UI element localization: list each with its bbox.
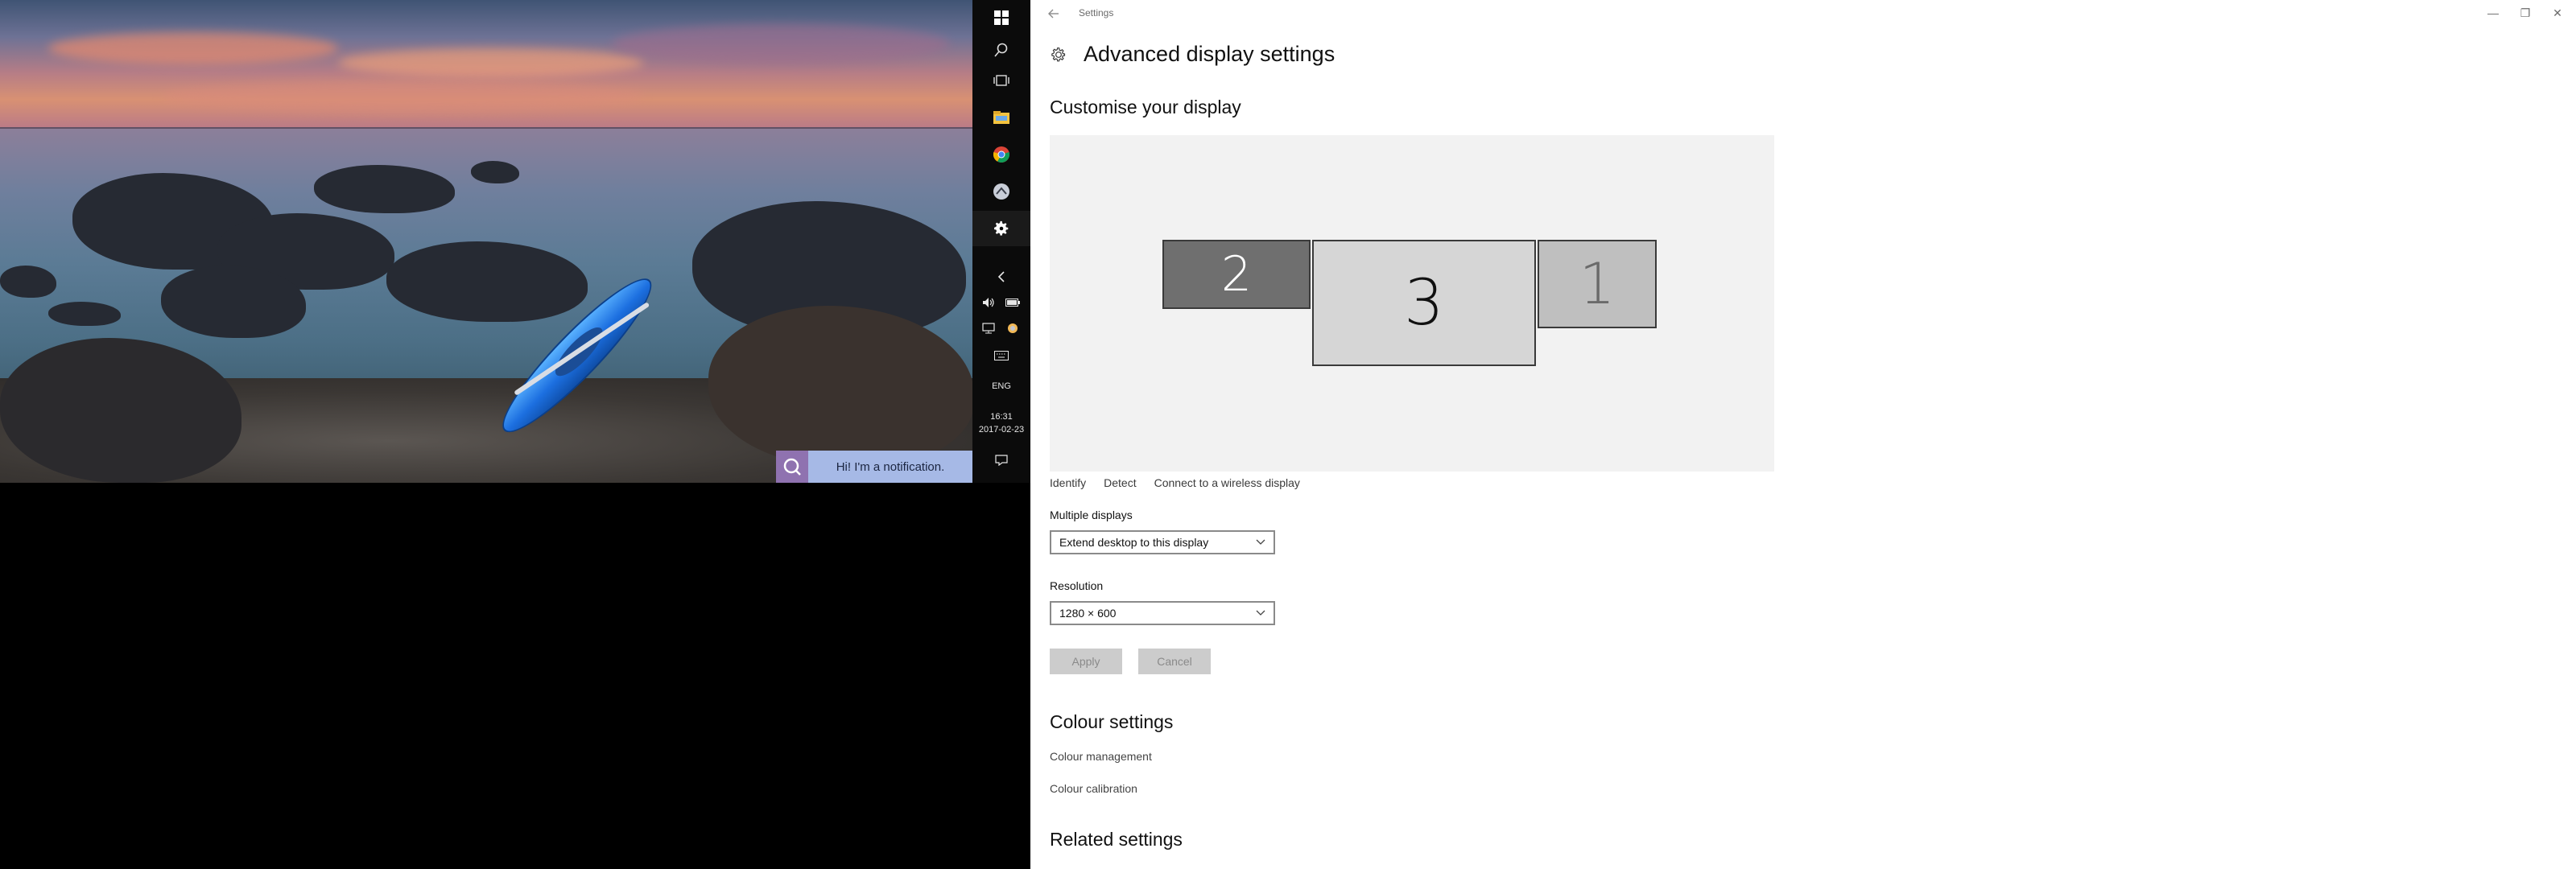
- settings-gear-icon[interactable]: [972, 211, 1030, 246]
- task-view-icon[interactable]: [972, 63, 1030, 98]
- page-header: Advanced display settings: [1050, 42, 1335, 67]
- cloud: [338, 48, 644, 77]
- taskbar: ENG 16:31 2017-02-23: [972, 0, 1030, 483]
- resolution-value: 1280 × 600: [1059, 607, 1117, 620]
- apply-button[interactable]: Apply: [1050, 649, 1122, 674]
- restore-icon[interactable]: ❐: [2513, 3, 2537, 23]
- app-icon[interactable]: [972, 174, 1030, 209]
- multiple-displays-value: Extend desktop to this display: [1059, 536, 1209, 549]
- clock-date[interactable]: 2017-02-23: [972, 425, 1030, 434]
- notification-toast[interactable]: Hi! I'm a notification.: [776, 451, 972, 483]
- rock: [0, 266, 56, 298]
- multiple-displays-dropdown[interactable]: Extend desktop to this display: [1050, 530, 1275, 554]
- show-hidden-icons-chevron-icon[interactable]: [993, 269, 1009, 285]
- page-title: Advanced display settings: [1084, 42, 1335, 66]
- close-icon[interactable]: ✕: [2545, 3, 2570, 23]
- related-settings-heading: Related settings: [1050, 829, 1183, 850]
- colour-calibration-link[interactable]: Colour calibration: [1050, 782, 1137, 795]
- cloud: [612, 24, 950, 64]
- start-icon[interactable]: [972, 0, 1030, 35]
- chrome-icon[interactable]: [972, 137, 1030, 172]
- input-language[interactable]: ENG: [972, 381, 1030, 391]
- network-icon[interactable]: [980, 320, 997, 336]
- colour-settings-heading: Colour settings: [1050, 711, 1174, 732]
- cloud: [161, 80, 644, 113]
- battery-icon[interactable]: [1005, 294, 1021, 311]
- desktop-wallpaper: Hi! I'm a notification.: [0, 0, 972, 483]
- q-app-icon: [776, 451, 808, 483]
- multiple-displays-label: Multiple displays: [1050, 509, 1133, 521]
- minimize-icon[interactable]: —: [2481, 3, 2505, 23]
- weather-icon[interactable]: [1005, 320, 1021, 336]
- resolution-dropdown[interactable]: 1280 × 600: [1050, 601, 1275, 625]
- rock: [471, 161, 519, 183]
- rock: [48, 302, 121, 326]
- colour-management-link[interactable]: Colour management: [1050, 750, 1152, 763]
- cancel-button[interactable]: Cancel: [1138, 649, 1211, 674]
- chevron-down-icon: [1256, 607, 1265, 619]
- monitor-1[interactable]: 1: [1538, 240, 1657, 328]
- customise-heading: Customise your display: [1050, 97, 1241, 117]
- keyboard-icon[interactable]: [993, 348, 1009, 364]
- monitor-2[interactable]: 2: [1162, 240, 1311, 309]
- connect-wireless-display-link[interactable]: Connect to a wireless display: [1154, 476, 1300, 489]
- cloud: [48, 32, 338, 64]
- settings-gear-icon: [1050, 46, 1067, 64]
- chevron-down-icon: [1256, 537, 1265, 548]
- resolution-label: Resolution: [1050, 579, 1104, 592]
- back-arrow-icon[interactable]: [1045, 5, 1063, 23]
- action-center-icon[interactable]: [993, 452, 1009, 468]
- volume-icon[interactable]: [980, 294, 997, 311]
- notification-text: Hi! I'm a notification.: [836, 459, 945, 474]
- window-title: Settings: [1079, 7, 1114, 19]
- identify-link[interactable]: Identify: [1050, 476, 1086, 489]
- file-explorer-icon[interactable]: [972, 100, 1030, 135]
- detect-link[interactable]: Detect: [1104, 476, 1136, 489]
- monitor-3[interactable]: 3: [1312, 240, 1536, 366]
- display-actions: Identify Detect Connect to a wireless di…: [1050, 476, 1300, 489]
- settings-window: Settings — ❐ ✕ Advanced display settings…: [1030, 0, 2576, 869]
- clock-time[interactable]: 16:31: [972, 412, 1030, 422]
- title-bar: Settings — ❐ ✕: [1030, 0, 2576, 26]
- display-arrangement-area: 2 3 1: [1050, 135, 1774, 472]
